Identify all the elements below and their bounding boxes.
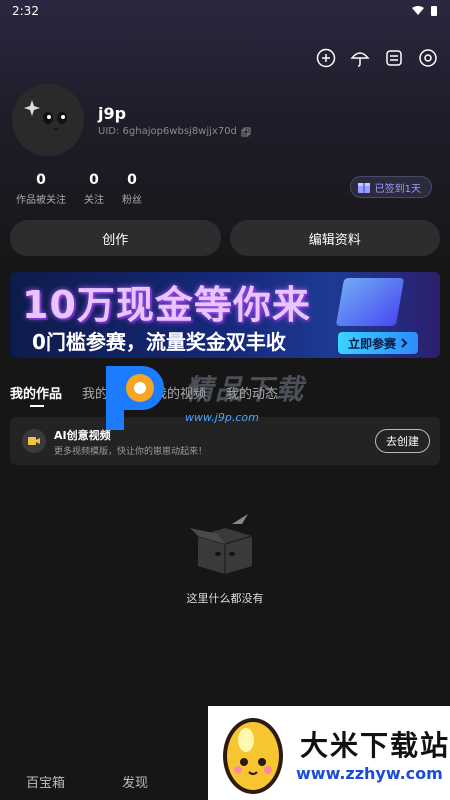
stat-value: 0 bbox=[127, 172, 137, 188]
uid-text: UID: 6ghajop6wbsj8wjjx70d bbox=[98, 126, 237, 137]
status-icons bbox=[412, 5, 438, 17]
edit-profile-button[interactable]: 编辑资料 bbox=[229, 220, 440, 256]
stat-following[interactable]: 0 关注 bbox=[84, 172, 104, 206]
user-id: UID: 6ghajop6wbsj8wjjx70d bbox=[98, 126, 251, 137]
egg-mascot-icon bbox=[223, 718, 283, 794]
ai-card-description: 更多视频模版，快让你的崽崽动起来！ bbox=[54, 447, 208, 457]
top-actions bbox=[316, 48, 438, 68]
notes-icon[interactable] bbox=[384, 48, 404, 68]
ai-video-card[interactable]: AI创意视频 更多视频模版，快让你的崽崽动起来！ 去创建 bbox=[10, 417, 440, 465]
username: j9p bbox=[98, 104, 127, 123]
copy-icon bbox=[241, 127, 251, 136]
empty-box-icon bbox=[190, 514, 253, 574]
create-button[interactable]: 创作 bbox=[10, 220, 221, 256]
settings-icon[interactable] bbox=[418, 48, 438, 68]
wifi-icon bbox=[412, 6, 424, 15]
corner-logo-text: 大米下载站 bbox=[300, 729, 450, 762]
banner-title: 10万现金等你来 bbox=[22, 283, 311, 327]
avatar[interactable] bbox=[12, 84, 84, 156]
checkin-badge[interactable]: 已签到1天 bbox=[349, 176, 432, 198]
profile-stats: 0 作品被关注 0 关注 0 粉丝 bbox=[16, 172, 142, 206]
gift-icon bbox=[357, 183, 370, 193]
stat-label: 关注 bbox=[84, 195, 104, 206]
tab-my-works[interactable]: 我的作品 bbox=[10, 383, 62, 402]
chevron-right-icon bbox=[401, 338, 408, 348]
nav-discover[interactable]: 发现 bbox=[122, 772, 148, 791]
watermark-url: www.j9p.com bbox=[185, 411, 259, 424]
stat-value: 0 bbox=[36, 172, 46, 188]
banner-cta-button[interactable]: 立即参赛 bbox=[337, 332, 418, 354]
status-bar: 2:32 bbox=[0, 0, 450, 22]
umbrella-icon[interactable] bbox=[350, 48, 370, 68]
banner-graphic bbox=[335, 278, 405, 326]
promo-banner[interactable]: 10万现金等你来 0门槛参赛，流量奖金双丰收 立即参赛 bbox=[10, 272, 440, 358]
corner-watermark-logo: 大米下载站 www.zzhyw.com bbox=[208, 706, 450, 800]
status-time: 2:32 bbox=[12, 4, 39, 18]
add-icon[interactable] bbox=[316, 48, 336, 68]
nav-treasure-box[interactable]: 百宝箱 bbox=[26, 772, 65, 791]
banner-cta-label: 立即参赛 bbox=[347, 336, 396, 351]
tab-active-indicator bbox=[30, 405, 44, 407]
action-buttons: 创作 编辑资料 bbox=[10, 220, 440, 256]
empty-state-text: 这里什么都没有 bbox=[186, 592, 264, 605]
watermark-text: 精品下载 bbox=[185, 373, 306, 406]
go-create-button[interactable]: 去创建 bbox=[375, 429, 430, 453]
stat-followers[interactable]: 0 粉丝 bbox=[122, 172, 142, 206]
checkin-label: 已签到1天 bbox=[374, 183, 421, 195]
stat-value: 0 bbox=[89, 172, 99, 188]
battery-icon bbox=[431, 6, 437, 16]
video-camera-icon bbox=[22, 429, 46, 453]
stat-works-followed[interactable]: 0 作品被关注 bbox=[16, 172, 66, 206]
corner-logo-url: www.zzhyw.com bbox=[296, 764, 443, 783]
watermark-logo-icon bbox=[106, 366, 164, 430]
stat-label: 粉丝 bbox=[122, 195, 142, 206]
stat-label: 作品被关注 bbox=[16, 195, 66, 206]
banner-subtitle: 0门槛参赛，流量奖金双丰收 bbox=[32, 330, 286, 354]
